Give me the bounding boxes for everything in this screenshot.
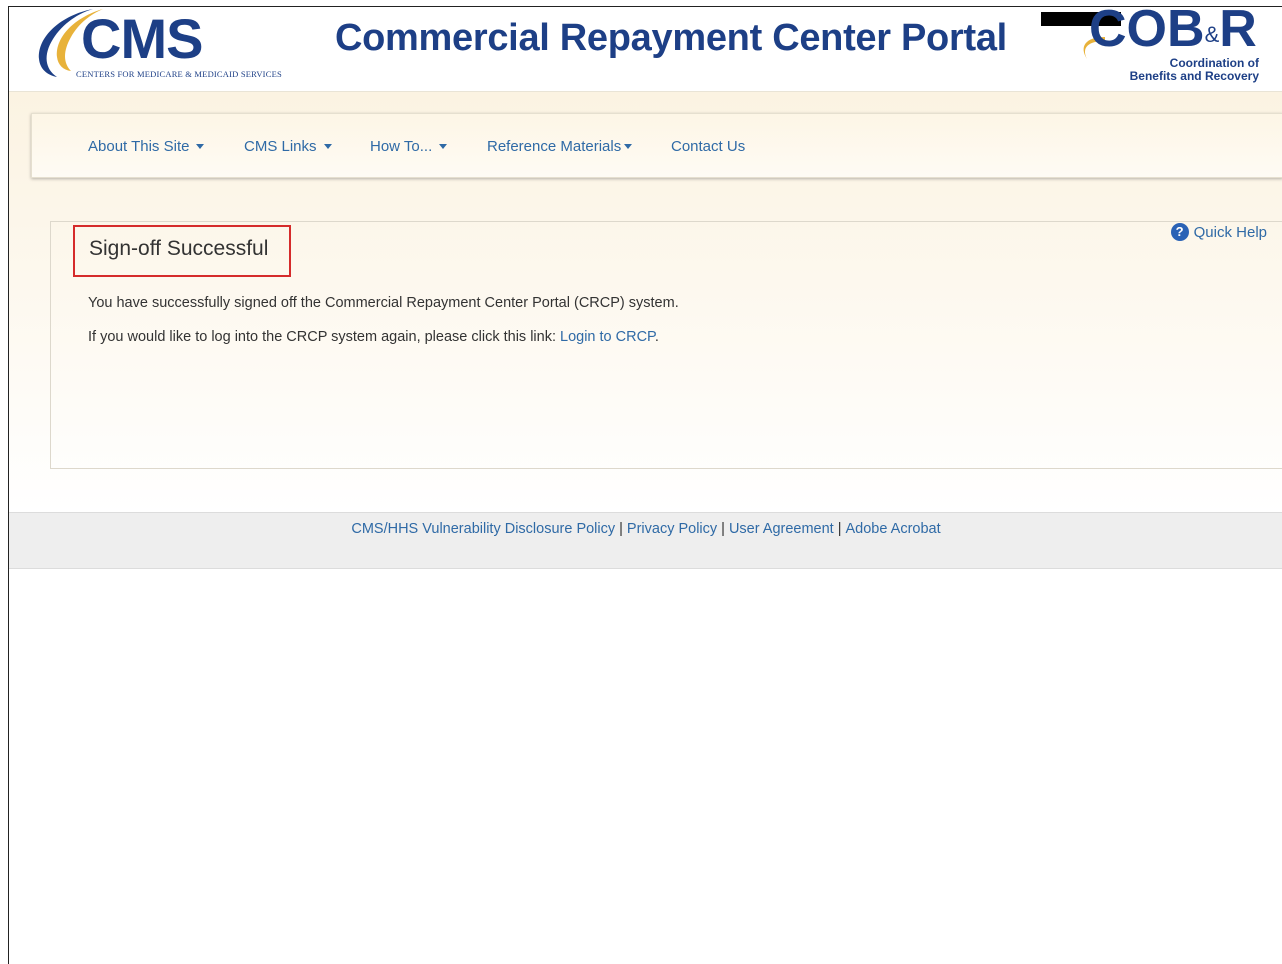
nav-about-label: About This Site: [88, 138, 190, 155]
footer-link-user-agreement[interactable]: User Agreement: [729, 521, 834, 537]
relogin-message-suffix: .: [654, 329, 659, 345]
cobr-logo-cob: COB: [1089, 0, 1205, 58]
login-to-crcp-link[interactable]: Login to CRCP: [560, 329, 655, 345]
caret-down-icon: [624, 143, 633, 149]
footer-links: CMS/HHS Vulnerability Disclosure Policy |…: [9, 521, 1282, 537]
nav-cms-links[interactable]: CMS Links: [244, 138, 332, 155]
content-panel: Sign-off Successful ? Quick Help You have…: [50, 221, 1282, 469]
cobr-logo-r: R: [1219, 0, 1257, 58]
site-footer: CMS/HHS Vulnerability Disclosure Policy |…: [9, 512, 1282, 569]
nav-contact-us[interactable]: Contact Us: [671, 138, 745, 155]
caret-down-icon: [323, 143, 332, 149]
footer-separator: |: [721, 521, 725, 537]
page-frame: CMS CENTERS FOR MEDICARE & MEDICAID SERV…: [8, 3, 1282, 964]
signoff-message: You have successfully signed off the Com…: [88, 295, 679, 311]
main-nav: About This Site CMS Links How To... Refe…: [31, 113, 1282, 178]
caret-down-icon: [196, 143, 205, 149]
cobr-logo-subtitle: Coordination of Benefits and Recovery: [1130, 57, 1259, 83]
portal-title: Commercial Repayment Center Portal: [335, 17, 1007, 59]
footer-link-vulnerability-policy[interactable]: CMS/HHS Vulnerability Disclosure Policy: [351, 521, 615, 537]
cobr-logo-amp: &: [1204, 22, 1220, 47]
nav-reference-label: Reference Materials: [487, 138, 622, 155]
site-header: CMS CENTERS FOR MEDICARE & MEDICAID SERV…: [9, 3, 1282, 92]
cobr-subtitle-line2: Benefits and Recovery: [1129, 69, 1259, 83]
nav-about-this-site[interactable]: About This Site: [88, 138, 205, 155]
nav-reference-materials[interactable]: Reference Materials: [487, 138, 633, 155]
cobr-logo[interactable]: COB&R Coordination of Benefits and Recov…: [1075, 3, 1282, 87]
cms-logo-text: CMS: [81, 7, 203, 70]
question-circle-icon: ?: [1170, 223, 1189, 242]
cobr-logo-text: COB&R: [1089, 3, 1257, 55]
footer-link-privacy-policy[interactable]: Privacy Policy: [627, 521, 717, 537]
title-highlight-box: Sign-off Successful: [73, 225, 291, 277]
footer-separator: |: [619, 521, 623, 537]
nav-contact-label: Contact Us: [671, 138, 746, 155]
quick-help-label: Quick Help: [1193, 224, 1267, 241]
caret-down-icon: [439, 143, 448, 149]
nav-how-to[interactable]: How To...: [370, 138, 448, 155]
footer-link-adobe-acrobat[interactable]: Adobe Acrobat: [846, 521, 941, 537]
relogin-message: If you would like to log into the CRCP s…: [88, 329, 659, 345]
cms-logo-subtitle: CENTERS FOR MEDICARE & MEDICAID SERVICES: [76, 69, 282, 79]
cms-logo[interactable]: CMS CENTERS FOR MEDICARE & MEDICAID SERV…: [31, 7, 301, 85]
relogin-message-text: If you would like to log into the CRCP s…: [88, 329, 561, 345]
nav-how-to-label: How To...: [370, 138, 433, 155]
page-title: Sign-off Successful: [89, 237, 269, 260]
footer-separator: |: [837, 521, 842, 537]
nav-cms-links-label: CMS Links: [244, 138, 317, 155]
quick-help-link[interactable]: ? Quick Help: [1170, 223, 1267, 242]
